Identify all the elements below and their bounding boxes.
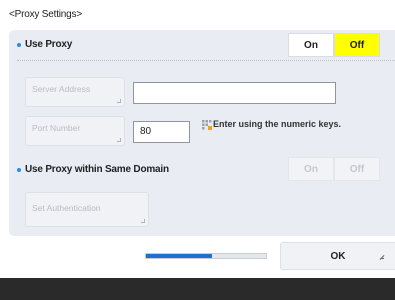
enter-corner-icon-tail [381, 258, 384, 259]
set-authentication-button[interactable]: Set Authentication [25, 192, 149, 227]
set-authentication-button-label: Set Authentication [32, 203, 101, 213]
divider [17, 60, 395, 61]
status-bar [0, 278, 395, 300]
port-number-hint: Enter using the numeric keys. [213, 119, 342, 129]
port-number-button-label: Port Number [32, 123, 81, 133]
same-domain-off-button: Off [334, 157, 380, 181]
numeric-keypad-icon [202, 120, 212, 130]
server-address-button[interactable]: Server Address [25, 77, 125, 107]
same-domain-toggle: On Off [288, 157, 380, 181]
server-address-input[interactable] [133, 82, 336, 104]
proxy-settings-panel: Use Proxy On Off Server Address Port Num… [9, 30, 395, 236]
use-proxy-on-button[interactable]: On [288, 33, 334, 57]
port-number-input[interactable]: 80 [133, 121, 190, 143]
progress-fill [146, 254, 212, 258]
corner-arrow-icon [117, 99, 121, 103]
server-address-button-label: Server Address [32, 84, 91, 94]
ok-button-label: OK [330, 250, 346, 262]
corner-arrow-icon [141, 219, 145, 223]
same-domain-label: Use Proxy within Same Domain [25, 164, 169, 175]
port-number-button[interactable]: Port Number [25, 116, 125, 146]
use-proxy-off-button[interactable]: Off [334, 33, 380, 57]
corner-arrow-icon [117, 138, 121, 142]
progress-bar [145, 253, 267, 259]
bullet-icon [17, 168, 21, 172]
use-proxy-label: Use Proxy [25, 39, 73, 50]
ok-button[interactable]: OK [280, 242, 395, 270]
use-proxy-toggle: On Off [288, 33, 380, 57]
screen-title: <Proxy Settings> [9, 9, 82, 20]
bullet-icon [17, 43, 21, 47]
same-domain-on-button: On [288, 157, 334, 181]
